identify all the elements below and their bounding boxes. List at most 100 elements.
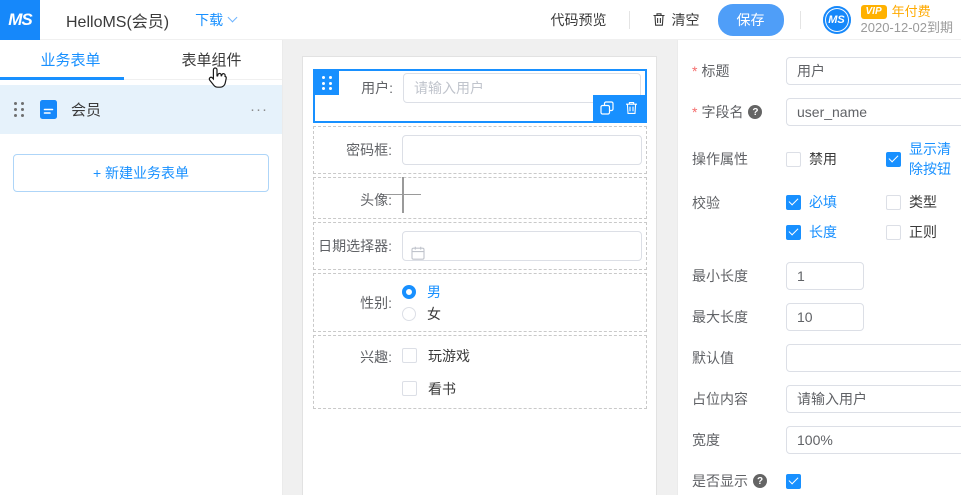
copy-icon[interactable] [600,101,614,115]
delete-icon[interactable] [625,101,638,115]
default-value-input[interactable] [786,344,961,372]
checkbox-regex[interactable]: 正则 [886,222,937,242]
header-actions: 代码预览 清空 保存 MS VIP 年付费 2020-12-02到期 [551,3,961,36]
radio-option-female[interactable]: 女 [402,304,642,323]
avatar-upload-box[interactable] [385,176,421,213]
field-drag-handle-icon[interactable] [315,71,339,95]
trash-icon [653,13,664,26]
download-label: 下载 [195,11,224,28]
canvas-field-password[interactable]: 密码框: [313,126,647,174]
checkbox-label: 显示清除按钮 [909,141,951,177]
calendar-icon [411,246,425,260]
sidebar-tabs: 业务表单 表单组件 [0,40,282,80]
maxlength-input[interactable] [786,303,864,331]
password-input[interactable] [402,135,642,165]
vip-badge: VIP [860,4,887,19]
checkbox-disabled[interactable]: 禁用 [786,139,864,179]
width-input[interactable] [786,426,961,454]
main-area: 业务表单 表单组件 会员 ··· + 新建业务表单 用户: 请输入用户 密码框:… [0,40,961,495]
date-input[interactable] [402,231,642,261]
fieldname-input[interactable] [786,98,961,126]
canvas-field-user[interactable]: 用户: [313,69,647,123]
prop-label: 校验 [692,195,720,211]
checkbox-label: 长度 [809,224,837,240]
minlength-input[interactable] [786,262,864,290]
sidebar: 业务表单 表单组件 会员 ··· + 新建业务表单 [0,40,283,495]
required-asterisk: * [692,104,698,120]
canvas-field-avatar[interactable]: 头像: [313,176,647,219]
checkbox-show-clear[interactable]: 显示清除按钮 [886,139,961,179]
checkbox-icon[interactable] [786,194,801,210]
clear-button[interactable]: 清空 [652,10,700,30]
checkbox-icon[interactable] [786,224,801,240]
checkbox-type[interactable]: 类型 [886,192,937,212]
checkbox-label: 看书 [428,380,456,397]
field-label: 日期选择器: [318,238,392,254]
prop-label: 宽度 [692,432,720,448]
checkbox-icon[interactable] [886,151,901,167]
prop-label: 最小长度 [692,268,748,284]
prop-label: 默认值 [692,350,734,366]
prop-label: 最大长度 [692,309,748,325]
field-label: 性别: [360,294,392,311]
checkbox-icon[interactable] [886,194,901,210]
help-icon[interactable]: ? [748,105,763,119]
form-list-item-member[interactable]: 会员 ··· [0,85,282,134]
checkbox-icon[interactable] [402,348,417,363]
vip-info: VIP 年付费 2020-12-02到期 [860,3,954,35]
prop-row-fieldname: * 字段名 ? [692,98,961,126]
divider [628,10,630,29]
prop-row-minlength: 最小长度 [692,262,961,290]
chevron-down-icon [227,12,238,23]
form-item-label: 会员 [71,102,102,119]
checkbox-icon[interactable] [886,224,901,240]
checkbox-label: 禁用 [809,151,837,167]
prop-label: * 标题 [692,63,730,79]
prop-row-operations: 操作属性 禁用 显示清除按钮 [692,139,961,179]
canvas-field-gender[interactable]: 性别: 男 女 [313,273,647,332]
form-canvas: 用户: 密码框: 头像: [283,40,677,495]
divider [799,10,801,29]
canvas-field-datepicker[interactable]: 日期选择器: [313,222,647,270]
prop-row-visible: 是否显示 ? [692,467,961,495]
checkbox-label: 类型 [909,194,937,210]
help-icon[interactable]: ? [753,474,767,488]
code-preview-button[interactable]: 代码预览 [551,10,607,30]
drag-handle-icon[interactable] [14,102,24,117]
checkbox-icon[interactable] [786,151,801,167]
save-button[interactable]: 保存 [717,3,784,36]
prop-row-maxlength: 最大长度 [692,303,961,331]
page-title: HelloMS(会员) [66,13,170,31]
new-business-form-button[interactable]: + 新建业务表单 [13,154,269,192]
placeholder-input[interactable] [786,385,961,413]
prop-label: 是否显示 ? [692,471,786,491]
checkbox-option-reading[interactable]: 看书 [402,379,642,398]
radio-icon[interactable] [402,284,416,299]
document-icon [40,100,57,119]
tab-form-components[interactable]: 表单组件 [141,40,282,79]
active-tab-indicator [0,77,124,80]
checkbox-option-games[interactable]: 玩游戏 [402,346,642,365]
field-label: 头像: [360,192,392,208]
checkbox-length[interactable]: 长度 [786,222,864,242]
radio-option-male[interactable]: 男 [402,282,642,301]
visible-checkbox-icon[interactable] [786,473,801,489]
prop-row-title: * 标题 [692,57,961,85]
radio-icon[interactable] [402,306,416,321]
prop-row-validation: 校验 必填 类型 长度 正则 [692,192,961,242]
checkbox-icon[interactable] [402,381,417,396]
vip-plan-label: 年付费 [891,3,931,19]
radio-label: 女 [427,305,441,322]
account-avatar[interactable]: MS [822,5,851,34]
title-input[interactable] [786,57,961,85]
checkbox-required[interactable]: 必填 [786,192,864,212]
more-icon[interactable]: ··· [250,101,268,118]
prop-row-width: 宽度 [692,426,961,454]
tab-business-forms[interactable]: 业务表单 [0,40,141,79]
canvas-field-interest[interactable]: 兴趣: 玩游戏 看书 [313,335,647,409]
vip-expiry: 2020-12-02到期 [860,19,954,35]
prop-label: 操作属性 [692,151,748,167]
prop-row-placeholder: 占位内容 [692,385,961,413]
download-button[interactable]: 下载 [195,10,238,30]
clear-label: 清空 [671,11,700,28]
